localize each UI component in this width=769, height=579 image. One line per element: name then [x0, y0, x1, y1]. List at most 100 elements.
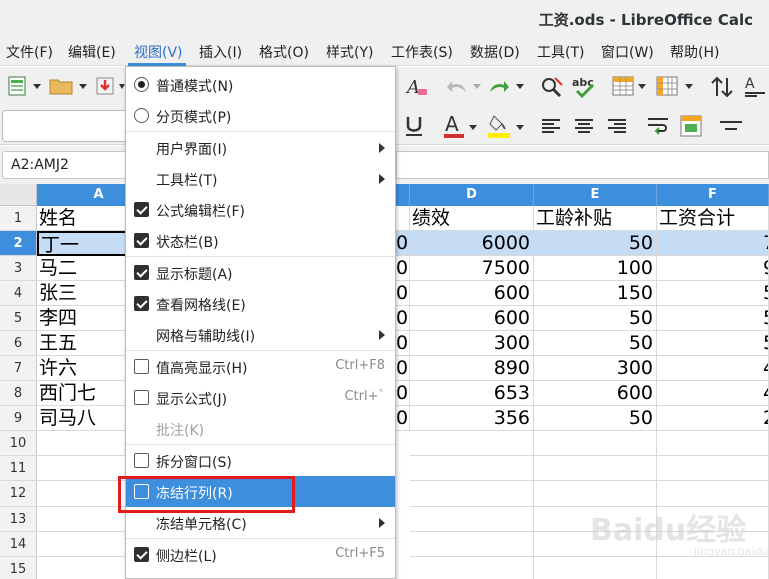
menu-item-view-grid-lines[interactable]: 查看网格线(E)	[126, 288, 395, 319]
highlighting-chevron-icon[interactable]	[515, 122, 525, 132]
cell-c8-partial[interactable]: 00	[396, 381, 410, 406]
menu-item-sidebar[interactable]: 侧边栏(L) Ctrl+F5	[126, 539, 395, 570]
font-color-chevron-icon[interactable]	[468, 122, 478, 132]
redo-dropdown-chevron-icon[interactable]	[515, 81, 525, 91]
cell-e2[interactable]: 50	[534, 231, 657, 256]
insert-row-chevron-icon[interactable]	[637, 81, 647, 91]
cell-c1-partial[interactable]	[396, 206, 410, 231]
align-center-icon[interactable]	[573, 116, 595, 136]
insert-row-icon[interactable]	[610, 74, 636, 98]
cell-d2[interactable]: 6000	[410, 231, 534, 256]
font-name-combobox[interactable]	[2, 110, 130, 142]
menu-item-user-interface[interactable]: 用户界面(I)	[126, 132, 395, 163]
menu-item-view-headers[interactable]: 显示标题(A)	[126, 257, 395, 288]
menu-sheet[interactable]: 工作表(S)	[391, 42, 453, 62]
row-header[interactable]: 9	[0, 406, 37, 431]
cell-d3[interactable]: 7500	[410, 256, 534, 281]
row-header[interactable]: 1	[0, 206, 37, 231]
cell-c3-partial[interactable]: 00	[396, 256, 410, 281]
cell-d6[interactable]: 300	[410, 331, 534, 356]
empty-cell[interactable]	[410, 456, 534, 481]
cell-e7[interactable]: 300	[534, 356, 657, 381]
wrap-text-icon[interactable]	[646, 114, 670, 138]
row-header[interactable]: 7	[0, 356, 37, 381]
row-header[interactable]: 5	[0, 306, 37, 331]
undo-icon[interactable]	[444, 75, 470, 97]
row-header[interactable]: 11	[0, 456, 37, 481]
new-spreadsheet-icon[interactable]	[6, 75, 28, 97]
row-header[interactable]: 6	[0, 331, 37, 356]
cell-e8[interactable]: 600	[534, 381, 657, 406]
name-box[interactable]: A2:AMJ2	[2, 151, 128, 179]
cell-f2[interactable]: 755	[657, 231, 769, 256]
cell-e1[interactable]: 工龄补贴	[534, 206, 657, 231]
empty-cell[interactable]	[410, 507, 534, 532]
cell-e4[interactable]: 150	[534, 281, 657, 306]
font-color-icon[interactable]: A	[440, 112, 468, 140]
menu-item-toolbars[interactable]: 工具栏(T)	[126, 163, 395, 194]
empty-cell[interactable]	[410, 431, 534, 456]
row-header[interactable]: 14	[0, 532, 37, 557]
menu-view[interactable]: 视图(V)	[134, 42, 183, 62]
menu-edit[interactable]: 编辑(E)	[68, 42, 116, 62]
align-left-icon[interactable]	[540, 116, 562, 136]
menu-help[interactable]: 帮助(H)	[670, 42, 719, 62]
insert-column-icon[interactable]	[654, 74, 680, 98]
column-header-f[interactable]: F	[657, 184, 769, 206]
align-right-icon[interactable]	[606, 116, 628, 136]
cell-d4[interactable]: 600	[410, 281, 534, 306]
cell-d7[interactable]: 890	[410, 356, 534, 381]
menu-item-freeze-rows-columns[interactable]: 冻结行列(R)	[126, 476, 395, 507]
menu-item-grid-and-helplines[interactable]: 网格与辅助线(I)	[126, 319, 395, 350]
row-header[interactable]: 10	[0, 431, 37, 456]
cell-e6[interactable]: 50	[534, 331, 657, 356]
cell-c2-partial[interactable]: 00	[396, 231, 410, 256]
cell-c6-partial[interactable]: 00	[396, 331, 410, 356]
save-icon[interactable]	[94, 75, 116, 97]
menu-item-page-break-view[interactable]: 分页模式(P)	[126, 100, 395, 131]
empty-cell[interactable]	[657, 456, 769, 481]
row-header-selected[interactable]: 2	[0, 231, 37, 256]
empty-cell[interactable]	[410, 532, 534, 557]
cell-c5-partial[interactable]: 00	[396, 306, 410, 331]
formula-input[interactable]	[396, 151, 769, 179]
cell-e5[interactable]: 50	[534, 306, 657, 331]
cell-f1[interactable]: 工资合计	[657, 206, 769, 231]
cell-e3[interactable]: 100	[534, 256, 657, 281]
empty-cell[interactable]	[534, 481, 657, 507]
cell-f9[interactable]: 240	[657, 406, 769, 431]
open-folder-icon[interactable]	[48, 75, 74, 97]
open-dropdown-chevron-icon[interactable]	[78, 81, 88, 91]
empty-cell[interactable]	[657, 481, 769, 507]
menu-insert[interactable]: 插入(I)	[199, 42, 242, 62]
row-header[interactable]: 13	[0, 507, 37, 532]
cell-d5[interactable]: 600	[410, 306, 534, 331]
cell-d1[interactable]: 绩效	[410, 206, 534, 231]
empty-cell[interactable]	[410, 481, 534, 507]
new-dropdown-chevron-icon[interactable]	[32, 81, 42, 91]
cell-f8[interactable]: 475	[657, 381, 769, 406]
align-top-icon[interactable]	[718, 116, 744, 136]
merge-center-icon[interactable]	[678, 113, 704, 139]
row-header[interactable]: 15	[0, 557, 37, 579]
menu-item-split-window[interactable]: 拆分窗口(S)	[126, 445, 395, 476]
cell-c4-partial[interactable]: 00	[396, 281, 410, 306]
menu-item-formula-bar[interactable]: 公式编辑栏(F)	[126, 194, 395, 225]
menu-item-freeze-cells[interactable]: 冻结单元格(C)	[126, 507, 395, 538]
menu-item-show-formula[interactable]: 显示公式(J) Ctrl+`	[126, 382, 395, 413]
menu-data[interactable]: 数据(D)	[470, 42, 520, 62]
column-header-d[interactable]: D	[410, 184, 534, 206]
row-header[interactable]: 3	[0, 256, 37, 281]
menu-file[interactable]: 文件(F)	[6, 42, 53, 62]
empty-cell[interactable]	[534, 456, 657, 481]
cell-d8[interactable]: 653	[410, 381, 534, 406]
row-header[interactable]: 12	[0, 481, 37, 507]
cell-f5[interactable]: 565	[657, 306, 769, 331]
menu-item-value-highlighting[interactable]: 值高亮显示(H) Ctrl+F8	[126, 351, 395, 382]
undo-dropdown-chevron-icon[interactable]	[472, 81, 482, 91]
cell-c9-partial[interactable]: 00	[396, 406, 410, 431]
menu-tools[interactable]: 工具(T)	[537, 42, 584, 62]
insert-column-chevron-icon[interactable]	[684, 81, 694, 91]
highlighting-color-icon[interactable]	[484, 112, 514, 140]
empty-cell[interactable]	[657, 431, 769, 456]
